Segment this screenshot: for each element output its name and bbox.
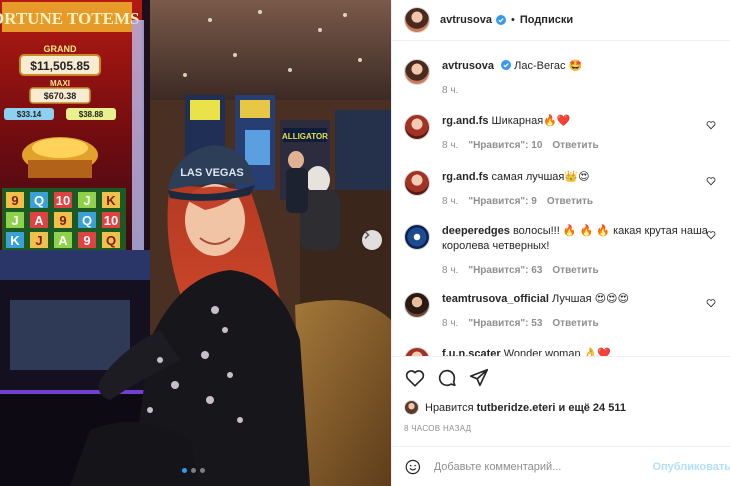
- svg-text:J: J: [83, 193, 90, 208]
- comment-item: rg.and.fs самая лучшая👑😍 8 ч. "Нравится"…: [404, 170, 724, 209]
- svg-text:J: J: [35, 233, 42, 248]
- publish-button[interactable]: Опубликовать: [652, 461, 730, 473]
- likes-summary: Нравится tutberidze.eteri и ещё 24 511: [404, 400, 719, 415]
- comment-text: Шикарная🔥❤️: [491, 115, 571, 127]
- header-separator: •: [510, 14, 515, 26]
- minor-value: $38.88: [79, 110, 104, 119]
- comment-avatar[interactable]: [404, 114, 430, 140]
- svg-text:9: 9: [59, 213, 66, 228]
- comment-likes[interactable]: "Нравится": 10: [468, 138, 542, 153]
- comment-bubble-icon[interactable]: [436, 367, 458, 389]
- chevron-right-icon: [364, 231, 370, 239]
- comment-username[interactable]: f.u.n.scater: [442, 348, 501, 356]
- reply-button[interactable]: Ответить: [552, 316, 598, 331]
- comment-avatar[interactable]: [404, 347, 430, 356]
- like-heart-icon[interactable]: [404, 367, 426, 389]
- svg-text:K: K: [106, 193, 116, 208]
- likes-count[interactable]: и ещё 24 511: [559, 402, 626, 414]
- comment-username[interactable]: rg.and.fs: [442, 115, 488, 127]
- comments-list[interactable]: avtrusova Лас-Вегас 🤩 8 ч. rg.and.fs Шик…: [392, 42, 730, 356]
- comment-likes[interactable]: "Нравится": 53: [468, 316, 542, 331]
- comment-like-heart-icon[interactable]: [706, 120, 716, 130]
- carousel-next-button[interactable]: [362, 230, 382, 250]
- comment-text: Лучшая 😍😍😍: [552, 293, 629, 305]
- author-username[interactable]: avtrusova: [440, 14, 492, 26]
- following-button[interactable]: Подписки: [520, 14, 573, 26]
- comment-text: самая лучшая👑😍: [491, 171, 590, 183]
- comment-likes[interactable]: "Нравится": 63: [468, 263, 542, 278]
- svg-text:10: 10: [56, 193, 70, 208]
- comment-text: Лас-Вегас 🤩: [514, 60, 583, 72]
- comment-username[interactable]: avtrusova: [442, 60, 494, 72]
- svg-text:J: J: [11, 213, 18, 228]
- svg-text:A: A: [58, 233, 68, 248]
- comment-like-heart-icon[interactable]: [706, 298, 716, 308]
- comment-item: rg.and.fs Шикарная🔥❤️ 8 ч. "Нравится": 1…: [404, 114, 724, 153]
- svg-text:9: 9: [11, 193, 18, 208]
- svg-text:Q: Q: [106, 233, 116, 248]
- carousel-indicator: [182, 468, 205, 473]
- svg-text:A: A: [34, 213, 44, 228]
- mini-value: $33.14: [17, 110, 42, 119]
- comment-username[interactable]: rg.and.fs: [442, 171, 488, 183]
- comment-time[interactable]: 8 ч.: [442, 194, 458, 209]
- comment-item: f.u.n.scater Wonder woman 👌❤️: [404, 347, 724, 356]
- grand-value: $11,505.85: [30, 59, 90, 73]
- comment-avatar[interactable]: [404, 292, 430, 318]
- post-timestamp[interactable]: 8 часов назад: [404, 424, 719, 433]
- comment-avatar[interactable]: [404, 224, 430, 250]
- casino-photo-illustration: ALLIGATOR FORTUNE TOTEMS GRAND $11,505.8…: [0, 0, 391, 486]
- post-details-panel: avtrusova • Подписки avtrusova Лас-Вегас…: [391, 0, 730, 486]
- comment-like-heart-icon[interactable]: [706, 230, 716, 240]
- reply-button[interactable]: Ответить: [552, 263, 598, 278]
- post-photo[interactable]: ALLIGATOR FORTUNE TOTEMS GRAND $11,505.8…: [0, 0, 391, 486]
- comment-text: Wonder woman 👌❤️: [503, 348, 612, 356]
- reply-button[interactable]: Ответить: [547, 194, 593, 209]
- comment-avatar[interactable]: [404, 59, 430, 85]
- comment-item: deeperedges волосы!!! 🔥 🔥 🔥 какая крутая…: [404, 224, 724, 278]
- comment-likes[interactable]: "Нравится": 9: [468, 194, 537, 209]
- comment-item: teamtrusova_official Лучшая 😍😍😍 8 ч. "Нр…: [404, 292, 724, 331]
- svg-text:Q: Q: [34, 193, 44, 208]
- comment-time[interactable]: 8 ч.: [442, 316, 458, 331]
- carousel-dot: [200, 468, 205, 473]
- svg-text:9: 9: [83, 233, 90, 248]
- emoji-smiley-icon[interactable]: [404, 457, 422, 477]
- comment-avatar[interactable]: [404, 170, 430, 196]
- add-comment-bar: Опубликовать: [392, 446, 730, 486]
- liker-username[interactable]: tutberidze.eteri: [477, 402, 556, 414]
- cap-text: LAS VEGAS: [180, 167, 244, 179]
- liker-avatar[interactable]: [404, 400, 419, 415]
- share-paper-plane-icon[interactable]: [468, 367, 490, 389]
- maxi-label: MAXI: [50, 79, 70, 88]
- svg-text:Q: Q: [82, 213, 92, 228]
- maxi-value: $670.38: [44, 91, 77, 101]
- grand-label: GRAND: [44, 44, 77, 54]
- author-avatar[interactable]: [404, 7, 430, 33]
- caption: avtrusova Лас-Вегас 🤩 8 ч.: [404, 59, 724, 98]
- post-actions: Нравится tutberidze.eteri и ещё 24 511 8…: [392, 356, 730, 436]
- svg-text:K: K: [10, 233, 20, 248]
- comment-time[interactable]: 8 ч.: [442, 263, 458, 278]
- carousel-dot-active: [182, 468, 187, 473]
- comment-like-heart-icon[interactable]: [706, 176, 716, 186]
- post-header: avtrusova • Подписки: [392, 0, 730, 41]
- svg-text:10: 10: [104, 213, 118, 228]
- carousel-dot: [191, 468, 196, 473]
- reply-button[interactable]: Ответить: [552, 138, 598, 153]
- slot-title: FORTUNE TOTEMS: [0, 9, 139, 28]
- alligator-sign: ALLIGATOR: [282, 132, 328, 141]
- comment-username[interactable]: teamtrusova_official: [442, 293, 549, 305]
- verified-badge-icon: [495, 15, 506, 25]
- comment-time[interactable]: 8 ч.: [442, 138, 458, 153]
- comment-username[interactable]: deeperedges: [442, 225, 510, 237]
- likes-prefix: Нравится: [425, 401, 474, 414]
- comment-time[interactable]: 8 ч.: [442, 83, 458, 98]
- comment-input[interactable]: [433, 460, 647, 473]
- verified-badge-icon: [501, 60, 512, 70]
